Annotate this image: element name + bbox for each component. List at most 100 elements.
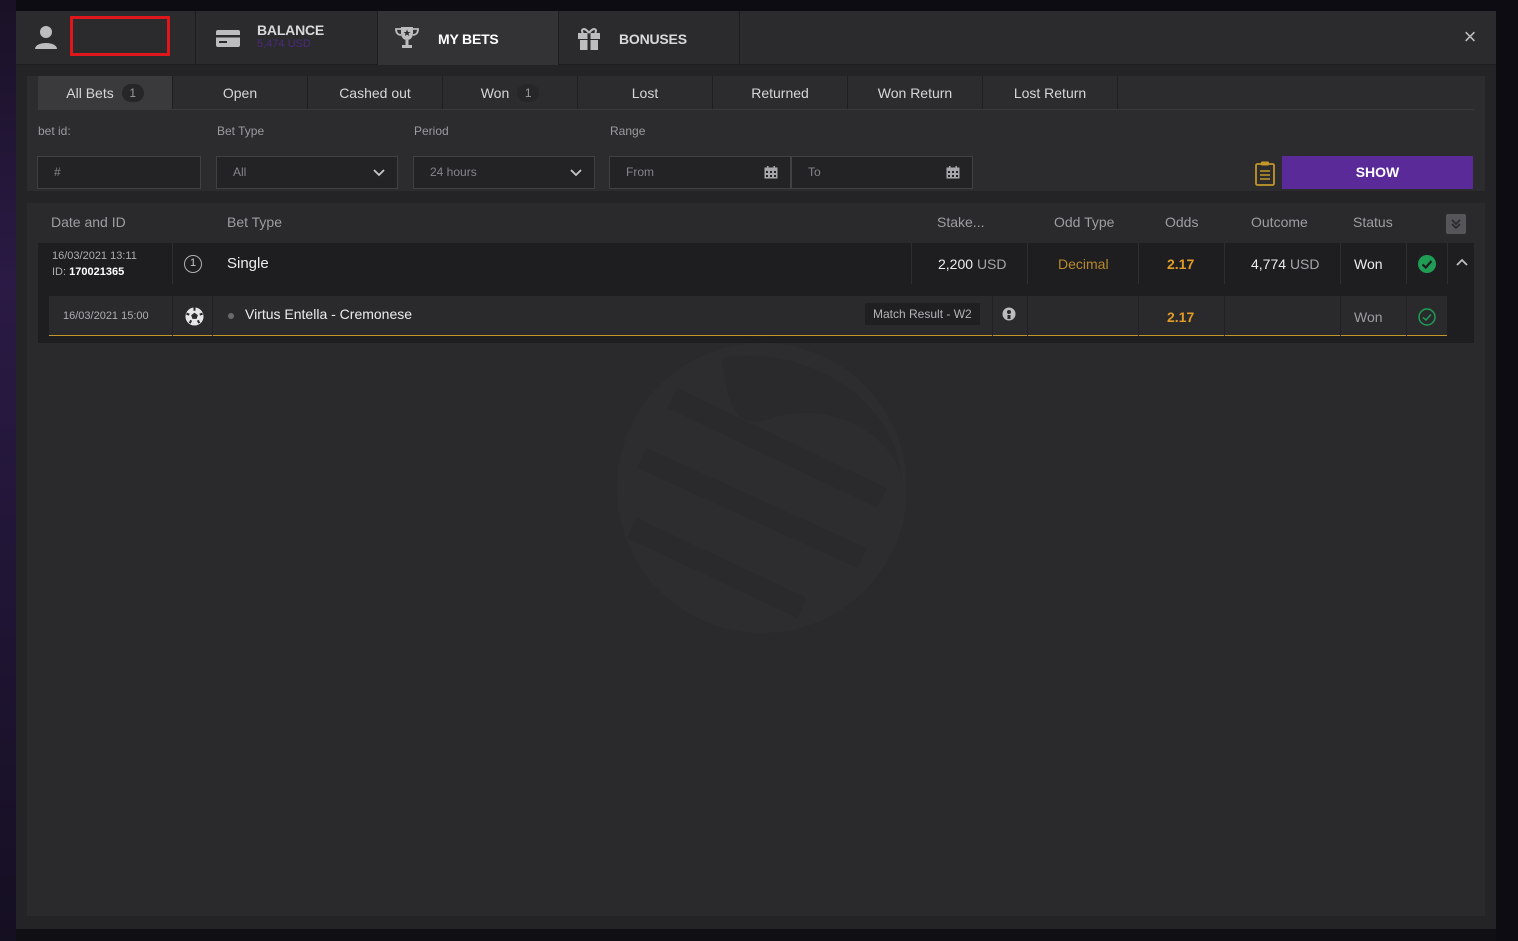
tab-open[interactable]: Open <box>173 76 308 109</box>
double-chevron-down-icon <box>1451 219 1461 230</box>
bet-id: 170021365 <box>69 266 125 278</box>
cell-divider <box>1027 243 1028 284</box>
cell-divider <box>992 296 993 336</box>
cell-divider <box>1138 296 1139 336</box>
odd-type: Decimal <box>1058 256 1109 272</box>
tab-label: Open <box>222 84 258 101</box>
wallet-icon <box>216 30 240 47</box>
tab-my-bets[interactable]: MY BETS <box>378 11 558 65</box>
tab-label: All Bets <box>66 84 114 101</box>
period-select[interactable]: 24 hours <box>413 156 595 189</box>
bet-id-prefix: ID: <box>52 266 67 278</box>
cell-divider <box>1340 243 1341 284</box>
range-from-input[interactable]: From <box>609 156 791 189</box>
header-odd-type: Odd Type <box>1054 214 1115 230</box>
won-check-outline-icon <box>1418 308 1436 326</box>
tab-lost-return[interactable]: Lost Return <box>983 76 1118 109</box>
bet-status-tabs: All Bets 1 Open Cashed out Won 1 Lost Re… <box>38 76 1474 110</box>
tab-lost[interactable]: Lost <box>578 76 713 109</box>
tab-bonuses[interactable]: BONUSES <box>559 11 739 65</box>
period-value: 24 hours <box>430 165 477 179</box>
event-status: Won <box>1354 309 1383 325</box>
header-outcome: Outcome <box>1251 214 1308 230</box>
tab-label: Won Return <box>877 84 953 101</box>
cell-divider <box>1340 296 1341 336</box>
header-stake: Stake... <box>937 214 985 230</box>
bet-type-label: Bet Type <box>217 124 265 138</box>
count-badge: 1 <box>517 83 540 102</box>
period-label: Period <box>414 124 449 138</box>
background-edge <box>0 0 16 941</box>
range-to-placeholder: To <box>808 165 821 179</box>
cell-divider <box>1447 243 1448 284</box>
stake: 2,200 USD <box>938 256 1007 272</box>
trophy-icon <box>395 27 419 48</box>
my-bets-label: MY BETS <box>438 31 499 47</box>
calendar-icon[interactable] <box>764 166 778 179</box>
event-odds: 2.17 <box>1167 309 1195 325</box>
filter-panel: All Bets 1 Open Cashed out Won 1 Lost Re… <box>27 76 1485 191</box>
bet-id-label: bet id: <box>38 124 71 138</box>
range-from-placeholder: From <box>626 165 654 179</box>
cell-divider <box>1224 296 1225 336</box>
stake-currency: USD <box>976 256 1007 272</box>
stake-amount: 2,200 <box>938 256 974 272</box>
cell-divider <box>172 243 173 284</box>
cell-divider <box>911 243 912 284</box>
user-icon[interactable] <box>30 22 62 54</box>
balance-label: BALANCE <box>257 22 325 38</box>
modal-header: BALANCE 5,474 USD MY BETS BONUSES × <box>16 11 1496 65</box>
tab-all-bets[interactable]: All Bets 1 <box>38 76 173 109</box>
calendar-icon[interactable] <box>946 166 960 179</box>
cell-divider <box>212 296 213 336</box>
cell-divider <box>1406 243 1407 284</box>
header-divider <box>739 11 740 65</box>
won-check-icon <box>1418 255 1436 273</box>
bets-table: Date and ID Bet Type Stake... Odd Type O… <box>27 203 1485 916</box>
bet-id-placeholder: # <box>54 165 61 179</box>
cell-divider <box>172 296 173 336</box>
tab-cashed-out[interactable]: Cashed out <box>308 76 443 109</box>
odds: 2.17 <box>1167 256 1195 272</box>
outcome-currency: USD <box>1289 256 1320 272</box>
header-odds: Odds <box>1165 214 1199 230</box>
bet-type-select[interactable]: All <box>216 156 398 189</box>
close-button[interactable]: × <box>1460 26 1480 48</box>
gift-icon <box>578 28 600 50</box>
tab-label: Cashed out <box>339 84 411 101</box>
range-to-input[interactable]: To <box>791 156 973 189</box>
background-strip <box>16 929 1496 941</box>
header-status: Status <box>1353 214 1393 230</box>
balance-amount: 5,474 USD <box>257 38 311 50</box>
tab-won[interactable]: Won 1 <box>443 76 578 109</box>
range-label: Range <box>610 124 646 138</box>
status-dot <box>228 313 234 319</box>
outcome-amount: 4,774 <box>1251 256 1287 272</box>
tab-balance[interactable]: BALANCE 5,474 USD <box>196 11 377 65</box>
bet-id-input[interactable]: # <box>37 156 201 189</box>
show-button[interactable]: SHOW <box>1282 156 1473 189</box>
clipboard-icon[interactable] <box>1254 160 1276 186</box>
event-name: Virtus Entella - Cremonese <box>245 306 413 322</box>
expand-all-button[interactable] <box>1446 214 1466 234</box>
market-badge: Match Result - W2 <box>865 303 980 325</box>
my-bets-modal: BALANCE 5,474 USD MY BETS BONUSES × All … <box>16 11 1496 929</box>
outcome: 4,774 USD <box>1251 256 1320 272</box>
bet-datetime: 16/03/2021 13:11 <box>52 250 137 262</box>
cell-divider <box>1138 243 1139 284</box>
table-row[interactable]: 16/03/2021 13:11 ID: 170021365 1 Single … <box>38 243 1474 284</box>
chevron-up-icon[interactable] <box>1455 255 1469 269</box>
event-row: 16/03/2021 15:00 Virtus Entella - Cremon… <box>49 296 1447 336</box>
chevron-down-icon <box>570 169 582 177</box>
count-badge: 1 <box>121 83 144 102</box>
cell-divider <box>1224 243 1225 284</box>
tab-returned[interactable]: Returned <box>713 76 848 109</box>
event-datetime: 16/03/2021 15:00 <box>63 310 149 322</box>
tab-label: Returned <box>751 84 809 101</box>
info-icon[interactable] <box>1002 307 1016 321</box>
header-date-id: Date and ID <box>51 214 126 230</box>
username-redacted-box <box>70 16 170 56</box>
tab-won-return[interactable]: Won Return <box>848 76 983 109</box>
cell-divider <box>1027 296 1028 336</box>
tab-label: Won <box>480 84 510 101</box>
